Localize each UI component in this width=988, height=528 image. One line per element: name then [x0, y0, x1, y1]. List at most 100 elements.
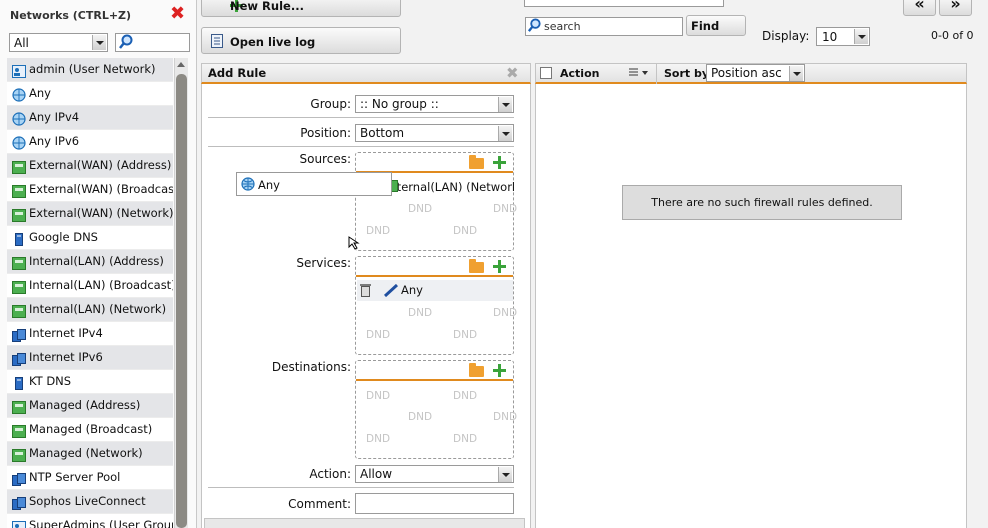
drag-ghost-label: Any: [258, 178, 280, 192]
action-select[interactable]: Allow: [355, 465, 514, 483]
chevron-down-icon[interactable]: [789, 66, 803, 81]
interface-address-icon: [12, 279, 26, 294]
log-icon: [211, 34, 223, 48]
network-list-item-label: External(WAN) (Broadcast: [29, 182, 173, 196]
group-select[interactable]: :: No group ::: [355, 95, 514, 113]
folder-icon[interactable]: [469, 155, 484, 169]
rules-search-input[interactable]: search: [525, 17, 683, 36]
network-list-item-label: Any IPv4: [29, 110, 80, 124]
network-list-item[interactable]: admin (User Network): [7, 58, 173, 82]
source-item[interactable]: Internal(LAN) (Network): [386, 180, 514, 194]
network-list-item-label: Any: [29, 86, 51, 100]
network-list-item[interactable]: Internal(LAN) (Network): [7, 298, 173, 322]
network-list-item[interactable]: External(WAN) (Network): [7, 202, 173, 226]
position-select[interactable]: Bottom: [355, 124, 514, 142]
network-list-item[interactable]: Managed (Broadcast): [7, 418, 173, 442]
networks-scrollbar-thumb[interactable]: [176, 74, 187, 528]
folder-icon[interactable]: [469, 259, 484, 273]
plus-icon[interactable]: [493, 260, 506, 273]
chevron-down-icon[interactable]: [498, 126, 512, 141]
destinations-dropzone[interactable]: DND DND DND DND DND DND: [355, 360, 517, 459]
network-list-item[interactable]: Internal(LAN) (Broadcast): [7, 274, 173, 298]
folder-icon[interactable]: [469, 363, 484, 377]
chevron-down-icon[interactable]: [498, 97, 512, 112]
service-row[interactable]: [357, 280, 513, 301]
comment-input[interactable]: [355, 493, 514, 514]
globe-icon: [12, 87, 26, 102]
sort-by-value: Position asc: [711, 66, 782, 80]
rules-list-panel: [535, 63, 967, 528]
search-icon: [527, 18, 541, 32]
networks-list: admin (User Network) Any Any IPv4 Any IPv6 E…: [7, 58, 173, 528]
network-list-item-label: Internet IPv4: [29, 326, 103, 340]
network-list-item-label: admin (User Network): [29, 62, 156, 76]
action-value: Allow: [360, 467, 393, 481]
network-list-item-label: Sophos LiveConnect: [29, 494, 146, 508]
chevron-down-icon[interactable]: [498, 467, 512, 482]
plus-icon[interactable]: [493, 364, 506, 377]
next-page-button[interactable]: »: [939, 0, 972, 16]
position-value: Bottom: [360, 126, 405, 140]
close-icon[interactable]: ✖: [170, 5, 186, 23]
action-label: Action:: [309, 467, 351, 481]
chevron-down-icon[interactable]: [92, 35, 106, 50]
display-count-select[interactable]: 10: [816, 27, 870, 46]
dnd-placeholder: DND: [366, 390, 391, 402]
network-list-item-label: KT DNS: [29, 374, 72, 388]
network-list-item[interactable]: Sophos LiveConnect: [7, 490, 173, 514]
network-list-item[interactable]: Internal(LAN) (Address): [7, 250, 173, 274]
network-type-filter-select[interactable]: All: [9, 33, 108, 52]
sources-toolbar: [356, 153, 513, 173]
network-list-item-label: Managed (Broadcast): [29, 422, 153, 436]
display-count-value: 10: [822, 30, 838, 44]
network-list-item[interactable]: Internet IPv6: [7, 346, 173, 370]
network-list-item[interactable]: Any: [7, 82, 173, 106]
interface-address-icon: [12, 183, 26, 198]
open-live-log-button[interactable]: Open live log: [201, 27, 401, 54]
network-list-item[interactable]: External(WAN) (Address): [7, 154, 173, 178]
close-icon[interactable]: ✖: [506, 64, 519, 82]
find-button[interactable]: Find: [686, 15, 746, 36]
network-list-item[interactable]: SuperAdmins (User Group: [7, 514, 173, 528]
dnd-placeholder: DND: [408, 307, 433, 319]
network-list-item[interactable]: NTP Server Pool: [7, 466, 173, 490]
dnd-placeholder: DND: [453, 390, 478, 402]
host-icon: [12, 231, 26, 246]
services-dropzone[interactable]: Any DND DND DND DND: [355, 256, 517, 355]
rule-filter-select[interactable]: [524, 0, 724, 7]
column-menu-icon[interactable]: [628, 67, 650, 79]
plus-icon[interactable]: [493, 156, 506, 169]
network-list-item[interactable]: Google DNS: [7, 226, 173, 250]
network-list-item-label: External(WAN) (Address): [29, 158, 172, 172]
destinations-toolbar: [356, 361, 513, 381]
network-list-item[interactable]: Managed (Network): [7, 442, 173, 466]
dnd-placeholder: DND: [408, 203, 433, 215]
service-item[interactable]: Any: [401, 283, 423, 297]
globe-icon: [12, 135, 26, 150]
sort-by-select[interactable]: Position asc: [706, 64, 805, 82]
network-list-item-label: Managed (Network): [29, 446, 143, 460]
network-list-item-label: Internal(LAN) (Network): [29, 302, 167, 316]
interface-address-icon: [12, 255, 26, 270]
advanced-section-toggle[interactable]: [204, 518, 525, 528]
network-list-item[interactable]: Internet IPv4: [7, 322, 173, 346]
select-all-checkbox[interactable]: [540, 67, 552, 79]
trash-icon[interactable]: [360, 283, 371, 297]
chevron-down-icon[interactable]: [854, 29, 868, 44]
display-label: Display:: [762, 29, 810, 43]
new-rule-button[interactable]: New Rule...: [201, 0, 401, 17]
network-list-item[interactable]: Any IPv6: [7, 130, 173, 154]
group-label: Group:: [310, 97, 351, 111]
network-list-item[interactable]: External(WAN) (Broadcast: [7, 178, 173, 202]
page-count: 0-0 of 0: [931, 29, 974, 42]
network-list-item[interactable]: KT DNS: [7, 370, 173, 394]
service-icon: [384, 284, 398, 297]
sources-dropzone[interactable]: Internal(LAN) (Network) DND DND DND DND: [355, 152, 517, 251]
dnd-placeholder: DND: [366, 329, 391, 341]
previous-page-button[interactable]: «: [903, 0, 936, 16]
network-list-item[interactable]: Any IPv4: [7, 106, 173, 130]
dnd-placeholder: DND: [453, 329, 478, 341]
scroll-up-icon[interactable]: [175, 59, 187, 71]
divider: [208, 146, 514, 147]
network-list-item[interactable]: Managed (Address): [7, 394, 173, 418]
